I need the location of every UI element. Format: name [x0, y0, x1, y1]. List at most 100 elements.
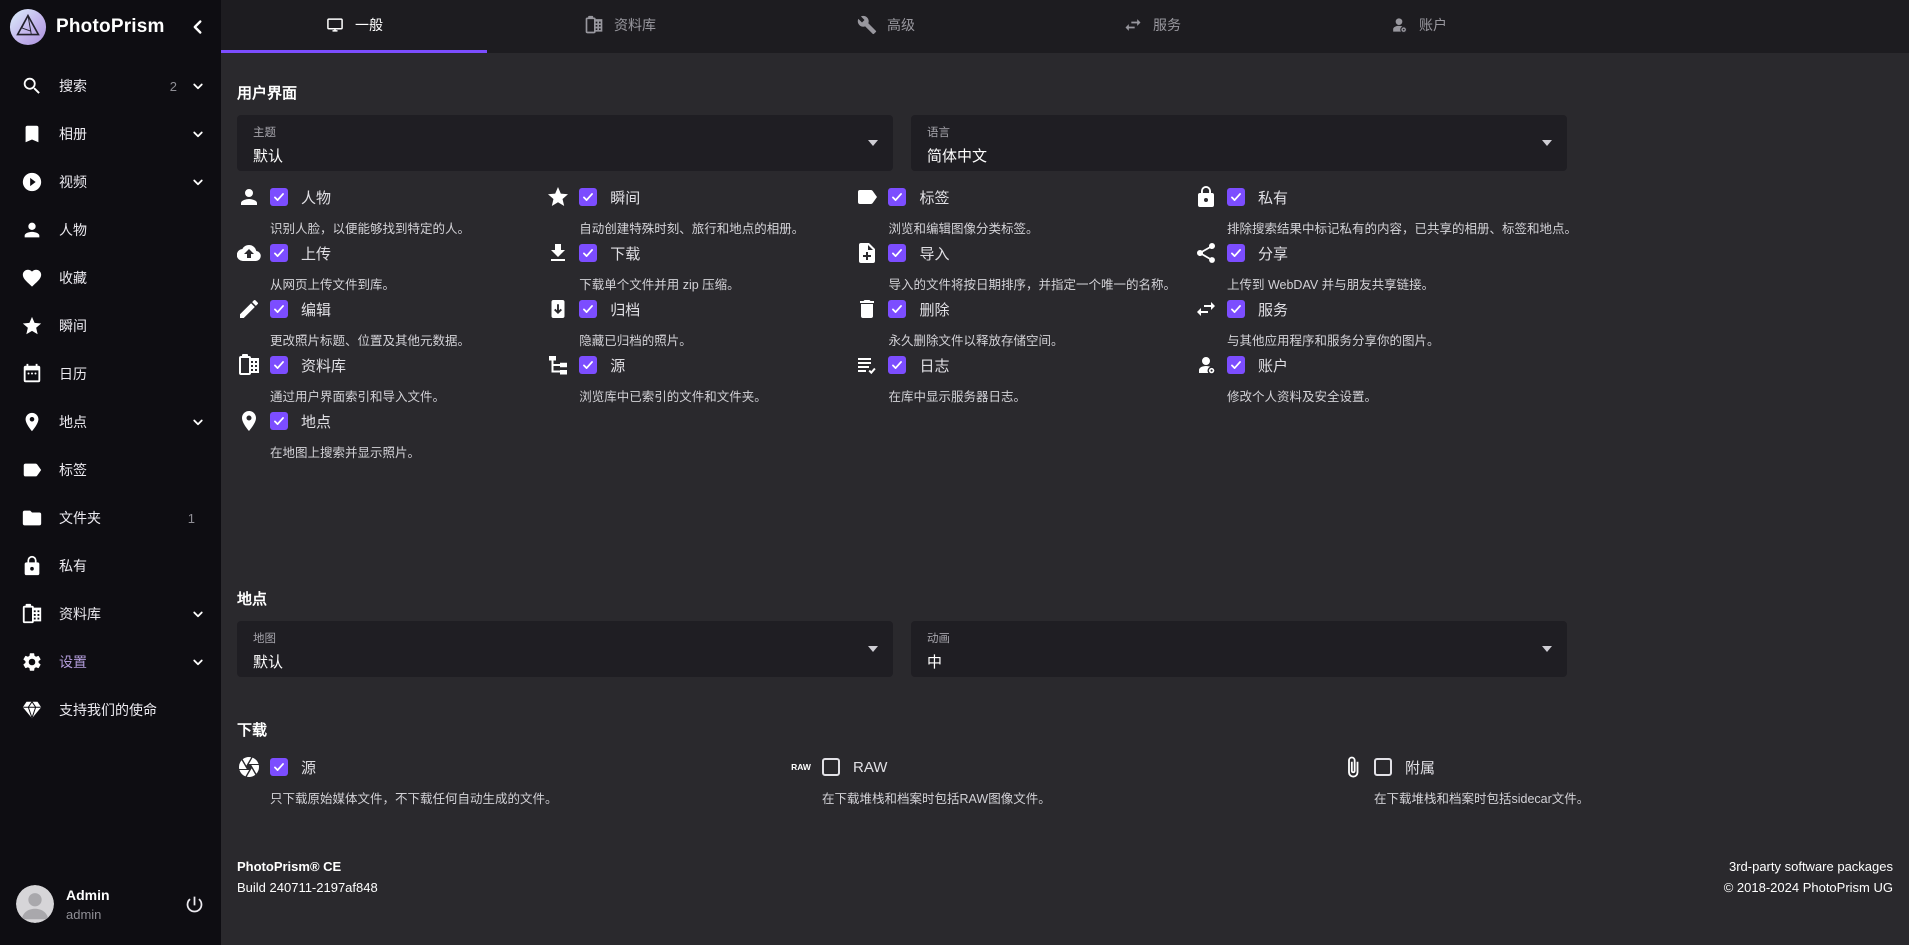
field-value: 简体中文 — [927, 145, 1551, 166]
option-head: 地点 — [237, 408, 528, 434]
third-party-packages-link[interactable]: 3rd-party software packages — [1724, 856, 1893, 877]
option-description: 通过用户界面索引和导入文件。 — [270, 386, 528, 405]
option-download: 下载 下载单个文件并用 zip 压缩。 — [546, 240, 837, 296]
sidebar-item-label: 视频 — [59, 172, 87, 192]
option-label: 瞬间 — [610, 187, 640, 208]
option-description: 在下载堆栈和档案时包括sidecar文件。 — [1374, 788, 1893, 807]
option-description: 在地图上搜索并显示照片。 — [270, 442, 528, 461]
raw-checkbox[interactable] — [822, 758, 840, 776]
private-checkbox[interactable] — [1227, 188, 1245, 206]
tag-icon — [21, 459, 43, 481]
option-label: 源 — [301, 757, 316, 778]
services-checkbox[interactable] — [1227, 300, 1245, 318]
logout-button[interactable] — [184, 894, 205, 915]
option-description: 只下载原始媒体文件，不下载任何自动生成的文件。 — [270, 788, 789, 807]
user-info: Admin admin — [66, 887, 172, 922]
archive-icon — [546, 297, 570, 321]
option-head: 附属 — [1341, 754, 1893, 780]
language-select[interactable]: 语言 简体中文 — [911, 115, 1567, 171]
footer-left: PhotoPrism® CE Build 240711-2197af848 — [237, 856, 378, 898]
sidebar-item-library[interactable]: 资料库 — [0, 590, 221, 638]
sidebar-item-albums[interactable]: 相册 — [0, 110, 221, 158]
tab-label: 一般 — [355, 15, 383, 35]
sidebar-item-moments[interactable]: 瞬间 — [0, 302, 221, 350]
sidebar-item-places[interactable]: 地点 — [0, 398, 221, 446]
tab-services[interactable]: 服务 — [1019, 0, 1285, 53]
sidebar-item-labels[interactable]: 标签 — [0, 446, 221, 494]
shield-account-icon — [1194, 353, 1218, 377]
swap-icon — [1123, 15, 1143, 35]
settings-content: 用户界面 主题 默认 语言 简体中文 人物 识别人脸，以便能够找到特定的人。 瞬… — [221, 53, 1909, 945]
animate-select[interactable]: 动画 中 — [911, 621, 1567, 677]
paperclip-icon — [1341, 755, 1365, 779]
power-icon — [184, 894, 205, 915]
tab-library[interactable]: 资料库 — [487, 0, 753, 53]
option-label: RAW — [853, 759, 887, 776]
import-checkbox[interactable] — [888, 244, 906, 262]
sidebar-item-search[interactable]: 搜索 2 — [0, 62, 221, 110]
option-head: 瞬间 — [546, 184, 837, 210]
sidebar-collapse-button[interactable] — [187, 16, 209, 38]
option-head: 导入 — [855, 240, 1176, 266]
archive-checkbox[interactable] — [579, 300, 597, 318]
option-share: 分享 上传到 WebDAV 并与朋友共享链接。 — [1194, 240, 1577, 296]
sidebar-item-private[interactable]: 私有 — [0, 542, 221, 590]
account-checkbox[interactable] — [1227, 356, 1245, 374]
sidebar-item-label: 瞬间 — [59, 316, 87, 336]
footer: PhotoPrism® CE Build 240711-2197af848 3r… — [237, 856, 1893, 898]
sidebar-item-people[interactable]: 人物 — [0, 206, 221, 254]
cloud-upload-icon — [237, 241, 261, 265]
tab-label: 资料库 — [614, 15, 656, 35]
field-label: 动画 — [927, 630, 1551, 646]
option-description: 自动创建特殊时刻、旅行和地点的相册。 — [579, 218, 837, 237]
edit-checkbox[interactable] — [270, 300, 288, 318]
logs-checkbox[interactable] — [888, 356, 906, 374]
chevron-left-icon — [187, 16, 209, 38]
bookmark-icon — [21, 123, 43, 145]
sidebar-item-videos[interactable]: 视频 — [0, 158, 221, 206]
sidecar-checkbox[interactable] — [1374, 758, 1392, 776]
moments-checkbox[interactable] — [579, 188, 597, 206]
sidebar-item-favorites[interactable]: 收藏 — [0, 254, 221, 302]
originals-checkbox[interactable] — [270, 758, 288, 776]
check-icon — [581, 190, 595, 204]
tab-label: 服务 — [1153, 15, 1181, 35]
option-head: 下载 — [546, 240, 837, 266]
search-icon — [21, 75, 43, 97]
aperture-icon — [237, 755, 261, 779]
option-head: 分享 — [1194, 240, 1577, 266]
sidebar-item-folders[interactable]: 文件夹 1 — [0, 494, 221, 542]
people-checkbox[interactable] — [270, 188, 288, 206]
places-checkbox[interactable] — [270, 412, 288, 430]
files-checkbox[interactable] — [579, 356, 597, 374]
check-icon — [890, 302, 904, 316]
sidebar-item-support[interactable]: 支持我们的使命 — [0, 686, 221, 734]
photoprism-logo-icon — [9, 8, 47, 46]
tab-account[interactable]: 账户 — [1285, 0, 1551, 53]
download-checkbox[interactable] — [579, 244, 597, 262]
upload-checkbox[interactable] — [270, 244, 288, 262]
field-label: 地图 — [253, 630, 877, 646]
map-pin-icon — [21, 411, 43, 433]
share-checkbox[interactable] — [1227, 244, 1245, 262]
theme-select[interactable]: 主题 默认 — [237, 115, 893, 171]
library-checkbox[interactable] — [270, 356, 288, 374]
delete-checkbox[interactable] — [888, 300, 906, 318]
labels-checkbox[interactable] — [888, 188, 906, 206]
maps-select[interactable]: 地图 默认 — [237, 621, 893, 677]
sidebar-item-settings[interactable]: 设置 — [0, 638, 221, 686]
option-label: 编辑 — [301, 299, 331, 320]
sidebar-item-label: 人物 — [59, 220, 87, 240]
check-icon — [581, 358, 595, 372]
film-roll-icon — [237, 353, 261, 377]
sidebar-item-label: 搜索 — [59, 76, 87, 96]
check-icon — [1229, 302, 1243, 316]
check-icon — [272, 302, 286, 316]
places-fields: 地图 默认 动画 中 — [237, 621, 1567, 677]
star-icon — [21, 315, 43, 337]
tab-advanced[interactable]: 高级 — [753, 0, 1019, 53]
file-plus-icon — [855, 241, 879, 265]
sidebar-item-calendar[interactable]: 日历 — [0, 350, 221, 398]
check-icon — [272, 190, 286, 204]
tab-general[interactable]: 一般 — [221, 0, 487, 53]
